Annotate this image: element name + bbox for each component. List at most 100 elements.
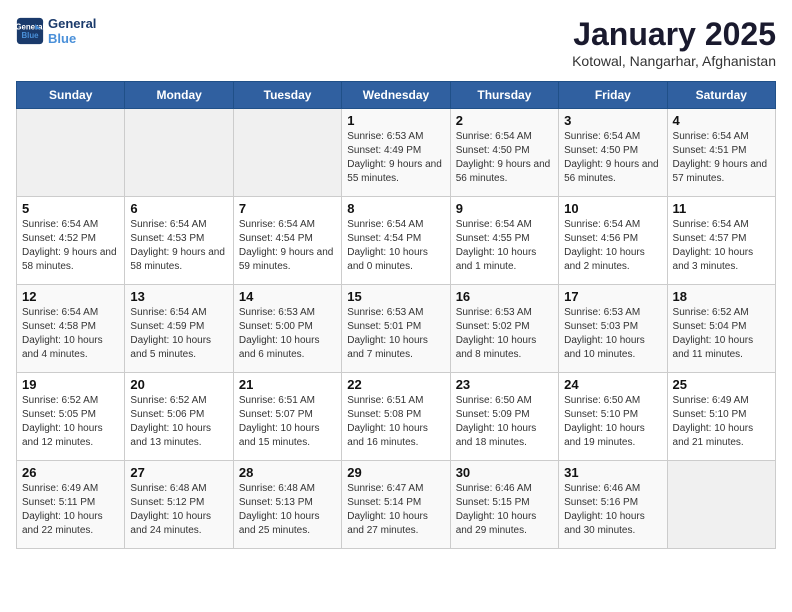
day-number: 9 (456, 201, 553, 216)
day-number: 14 (239, 289, 336, 304)
day-number: 30 (456, 465, 553, 480)
calendar-cell: 1 Sunrise: 6:53 AMSunset: 4:49 PMDaylight… (342, 109, 450, 197)
day-info: Sunrise: 6:51 AMSunset: 5:08 PMDaylight:… (347, 394, 444, 450)
day-number: 7 (239, 201, 336, 216)
header-day-friday: Friday (559, 82, 667, 109)
day-number: 25 (673, 377, 770, 392)
day-info: Sunrise: 6:54 AMSunset: 4:59 PMDaylight:… (130, 306, 227, 362)
calendar-cell: 17 Sunrise: 6:53 AMSunset: 5:03 PMDayligh… (559, 285, 667, 373)
calendar-cell: 20 Sunrise: 6:52 AMSunset: 5:06 PMDayligh… (125, 373, 233, 461)
day-number: 8 (347, 201, 444, 216)
calendar-week-row: 19Sunrise: 6:52 AMSunset: 5:05 PMDayligh… (17, 373, 776, 461)
calendar-cell: 21 Sunrise: 6:51 AMSunset: 5:07 PMDayligh… (233, 373, 341, 461)
calendar-cell: 18 Sunrise: 6:52 AMSunset: 5:04 PMDayligh… (667, 285, 775, 373)
header-day-wednesday: Wednesday (342, 82, 450, 109)
calendar-cell (17, 109, 125, 197)
day-info: Sunrise: 6:53 AMSunset: 5:03 PMDaylight:… (564, 306, 661, 362)
calendar-cell (125, 109, 233, 197)
day-number: 17 (564, 289, 661, 304)
day-number: 28 (239, 465, 336, 480)
day-info: Sunrise: 6:48 AMSunset: 5:13 PMDaylight:… (239, 482, 336, 538)
calendar-cell: 23Sunrise: 6:50 AMSunset: 5:09 PMDayligh… (450, 373, 558, 461)
day-number: 1 (347, 113, 444, 128)
day-info: Sunrise: 6:54 AMSunset: 4:53 PMDaylight:… (130, 218, 227, 274)
calendar-cell: 13 Sunrise: 6:54 AMSunset: 4:59 PMDayligh… (125, 285, 233, 373)
day-info: Sunrise: 6:50 AMSunset: 5:09 PMDaylight:… (456, 394, 553, 450)
day-number: 16 (456, 289, 553, 304)
calendar-cell: 4 Sunrise: 6:54 AMSunset: 4:51 PMDaylight… (667, 109, 775, 197)
day-info: Sunrise: 6:54 AMSunset: 4:56 PMDaylight:… (564, 218, 661, 274)
day-info: Sunrise: 6:51 AMSunset: 5:07 PMDaylight:… (239, 394, 336, 450)
header-day-monday: Monday (125, 82, 233, 109)
day-info: Sunrise: 6:53 AMSunset: 5:02 PMDaylight:… (456, 306, 553, 362)
day-info: Sunrise: 6:52 AMSunset: 5:06 PMDaylight:… (130, 394, 227, 450)
day-number: 4 (673, 113, 770, 128)
calendar-cell: 25Sunrise: 6:49 AMSunset: 5:10 PMDayligh… (667, 373, 775, 461)
header-day-saturday: Saturday (667, 82, 775, 109)
calendar-table: SundayMondayTuesdayWednesdayThursdayFrid… (16, 81, 776, 549)
day-info: Sunrise: 6:49 AMSunset: 5:11 PMDaylight:… (22, 482, 119, 538)
day-info: Sunrise: 6:54 AMSunset: 4:58 PMDaylight:… (22, 306, 119, 362)
day-number: 20 (130, 377, 227, 392)
day-number: 12 (22, 289, 119, 304)
calendar-cell: 31Sunrise: 6:46 AMSunset: 5:16 PMDayligh… (559, 461, 667, 549)
calendar-title: January 2025 (572, 16, 776, 53)
day-info: Sunrise: 6:54 AMSunset: 4:51 PMDaylight:… (673, 130, 770, 186)
calendar-cell: 19Sunrise: 6:52 AMSunset: 5:05 PMDayligh… (17, 373, 125, 461)
day-info: Sunrise: 6:53 AMSunset: 5:00 PMDaylight:… (239, 306, 336, 362)
calendar-cell: 8 Sunrise: 6:54 AMSunset: 4:54 PMDaylight… (342, 197, 450, 285)
calendar-cell: 12 Sunrise: 6:54 AMSunset: 4:58 PMDayligh… (17, 285, 125, 373)
day-info: Sunrise: 6:53 AMSunset: 5:01 PMDaylight:… (347, 306, 444, 362)
calendar-cell (667, 461, 775, 549)
calendar-cell: 3Sunrise: 6:54 AMSunset: 4:50 PMDaylight… (559, 109, 667, 197)
calendar-cell: 16 Sunrise: 6:53 AMSunset: 5:02 PMDayligh… (450, 285, 558, 373)
day-info: Sunrise: 6:48 AMSunset: 5:12 PMDaylight:… (130, 482, 227, 538)
day-number: 13 (130, 289, 227, 304)
calendar-subtitle: Kotowal, Nangarhar, Afghanistan (572, 53, 776, 69)
day-number: 2 (456, 113, 553, 128)
calendar-cell: 5 Sunrise: 6:54 AMSunset: 4:52 PMDaylight… (17, 197, 125, 285)
svg-text:General: General (16, 22, 44, 31)
day-number: 5 (22, 201, 119, 216)
logo-line1: General (48, 16, 96, 31)
calendar-cell (233, 109, 341, 197)
header-day-thursday: Thursday (450, 82, 558, 109)
calendar-cell: 26 Sunrise: 6:49 AMSunset: 5:11 PMDayligh… (17, 461, 125, 549)
calendar-cell: 27 Sunrise: 6:48 AMSunset: 5:12 PMDayligh… (125, 461, 233, 549)
day-info: Sunrise: 6:54 AMSunset: 4:57 PMDaylight:… (673, 218, 770, 274)
day-info: Sunrise: 6:53 AMSunset: 4:49 PMDaylight:… (347, 130, 444, 186)
day-number: 22 (347, 377, 444, 392)
logo-icon: General Blue (16, 17, 44, 45)
day-number: 26 (22, 465, 119, 480)
day-info: Sunrise: 6:52 AMSunset: 5:04 PMDaylight:… (673, 306, 770, 362)
day-number: 6 (130, 201, 227, 216)
day-number: 18 (673, 289, 770, 304)
day-info: Sunrise: 6:50 AMSunset: 5:10 PMDaylight:… (564, 394, 661, 450)
day-info: Sunrise: 6:54 AMSunset: 4:50 PMDaylight:… (564, 130, 661, 186)
calendar-cell: 9 Sunrise: 6:54 AMSunset: 4:55 PMDaylight… (450, 197, 558, 285)
calendar-cell: 14 Sunrise: 6:53 AMSunset: 5:00 PMDayligh… (233, 285, 341, 373)
day-number: 11 (673, 201, 770, 216)
page-header: General Blue General Blue January 2025 K… (16, 16, 776, 69)
calendar-week-row: 1 Sunrise: 6:53 AMSunset: 4:49 PMDaylight… (17, 109, 776, 197)
calendar-cell: 22 Sunrise: 6:51 AMSunset: 5:08 PMDayligh… (342, 373, 450, 461)
day-info: Sunrise: 6:54 AMSunset: 4:52 PMDaylight:… (22, 218, 119, 274)
calendar-cell: 28 Sunrise: 6:48 AMSunset: 5:13 PMDayligh… (233, 461, 341, 549)
day-info: Sunrise: 6:54 AMSunset: 4:54 PMDaylight:… (239, 218, 336, 274)
calendar-cell: 11 Sunrise: 6:54 AMSunset: 4:57 PMDayligh… (667, 197, 775, 285)
calendar-cell: 7 Sunrise: 6:54 AMSunset: 4:54 PMDaylight… (233, 197, 341, 285)
header-day-tuesday: Tuesday (233, 82, 341, 109)
day-number: 27 (130, 465, 227, 480)
logo: General Blue General Blue (16, 16, 96, 46)
day-info: Sunrise: 6:54 AMSunset: 4:54 PMDaylight:… (347, 218, 444, 274)
day-number: 19 (22, 377, 119, 392)
day-number: 21 (239, 377, 336, 392)
title-block: January 2025 Kotowal, Nangarhar, Afghani… (572, 16, 776, 69)
day-info: Sunrise: 6:46 AMSunset: 5:15 PMDaylight:… (456, 482, 553, 538)
day-info: Sunrise: 6:54 AMSunset: 4:50 PMDaylight:… (456, 130, 553, 186)
header-day-sunday: Sunday (17, 82, 125, 109)
calendar-cell: 24Sunrise: 6:50 AMSunset: 5:10 PMDayligh… (559, 373, 667, 461)
calendar-cell: 15Sunrise: 6:53 AMSunset: 5:01 PMDayligh… (342, 285, 450, 373)
calendar-cell: 30 Sunrise: 6:46 AMSunset: 5:15 PMDayligh… (450, 461, 558, 549)
day-info: Sunrise: 6:54 AMSunset: 4:55 PMDaylight:… (456, 218, 553, 274)
